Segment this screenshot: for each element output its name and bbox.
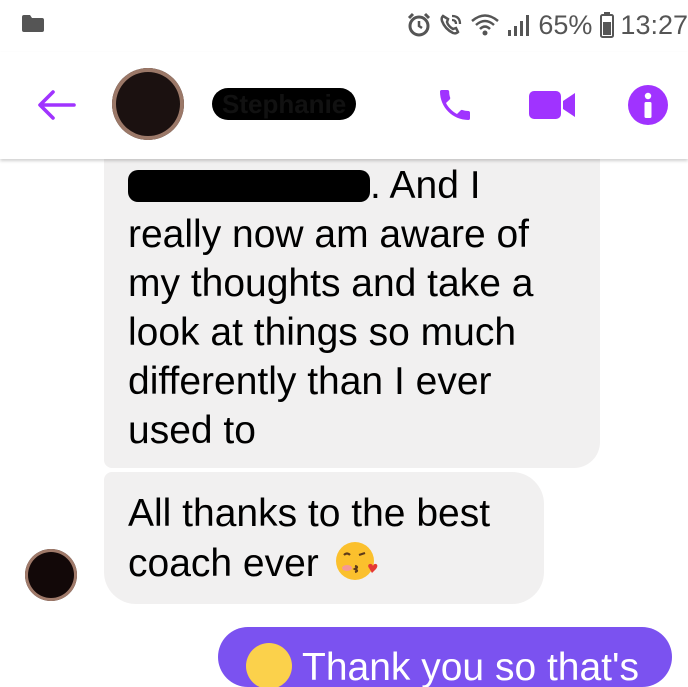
redacted-text-block bbox=[128, 170, 370, 202]
video-camera-icon bbox=[529, 91, 575, 119]
contact-avatar[interactable] bbox=[112, 68, 184, 140]
received-message-bubble[interactable]: . And I really now am aware of my though… bbox=[104, 139, 600, 468]
signal-icon bbox=[508, 15, 530, 36]
wifi-icon bbox=[471, 14, 500, 36]
alarm-icon bbox=[408, 12, 431, 37]
message-thread[interactable]: . And I really now am aware of my though… bbox=[0, 139, 688, 687]
wifi-call-icon bbox=[440, 14, 462, 35]
back-arrow-icon[interactable] bbox=[36, 88, 76, 122]
folder-icon bbox=[22, 15, 44, 32]
conversation-header: Stephanie bbox=[0, 52, 688, 159]
video-call-button[interactable] bbox=[524, 84, 580, 126]
smiling-face-emoji bbox=[246, 643, 292, 687]
clock: 13:27 bbox=[620, 9, 688, 40]
status-icons: 65% 13:27 bbox=[406, 8, 688, 42]
face-blowing-kiss-emoji bbox=[335, 542, 377, 580]
contact-name[interactable]: Stephanie bbox=[212, 88, 357, 120]
message-text: . And I really now am aware of my though… bbox=[128, 164, 534, 452]
message-text: All thanks to the best coach ever bbox=[128, 492, 491, 585]
conversation-info-button[interactable] bbox=[626, 84, 670, 126]
sent-message-bubble[interactable]: Thank you so that's bbox=[218, 627, 672, 687]
received-message-bubble[interactable]: All thanks to the best coach ever bbox=[104, 472, 544, 604]
battery-percent: 65% bbox=[538, 9, 593, 40]
sender-avatar[interactable] bbox=[25, 549, 77, 601]
battery-icon bbox=[600, 12, 615, 38]
info-icon bbox=[628, 85, 668, 125]
phone-icon bbox=[440, 90, 470, 120]
status-bar: 65% 13:27 bbox=[0, 0, 688, 52]
voice-call-button[interactable] bbox=[432, 84, 478, 126]
message-text: Thank you so that's bbox=[302, 646, 639, 687]
